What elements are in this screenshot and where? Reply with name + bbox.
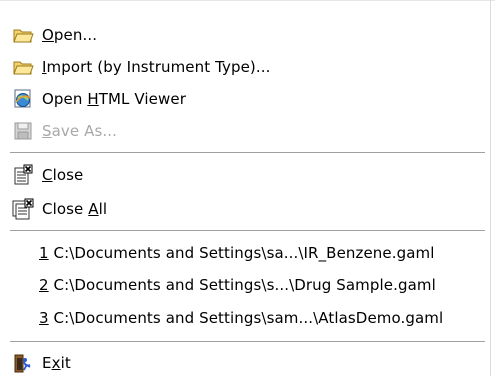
menu-item-exit-label: Exit [42,354,71,372]
menu-item-exit[interactable]: Exit [0,346,490,380]
menu-item-open-html-viewer-label: Open HTML Viewer [42,90,186,108]
menu-item-import[interactable]: Import (by Instrument Type)... [0,50,490,84]
menu-item-save-as-label: Save As... [42,122,117,140]
file-menu: Open... Import (by Instrument Type)... O… [0,0,495,376]
folder-open-icon [12,24,34,46]
exit-door-icon [12,352,34,374]
menu-separator [10,341,485,342]
close-document-icon [12,164,34,186]
recent-file-label: 2 C:\Documents and Settings\s...\Drug Sa… [39,276,436,294]
browser-globe-icon [12,88,34,110]
floppy-disk-icon [12,120,34,142]
menu-item-open[interactable]: Open... [0,18,490,52]
recent-file-item[interactable]: 1 C:\Documents and Settings\sa...\IR_Ben… [0,236,490,270]
menu-separator [10,230,485,231]
menu-separator [10,152,485,153]
menu-item-import-label: Import (by Instrument Type)... [42,58,271,76]
recent-file-label: 1 C:\Documents and Settings\sa...\IR_Ben… [39,244,435,262]
menu-item-save-as: Save As... [0,114,490,148]
recent-file-label: 3 C:\Documents and Settings\sam...\Atlas… [39,309,444,327]
menu-item-open-label: Open... [42,26,98,44]
menu-item-open-html-viewer[interactable]: Open HTML Viewer [0,82,490,116]
menu-right-edge [490,0,491,376]
folder-open-icon [12,56,34,78]
recent-file-item[interactable]: 2 C:\Documents and Settings\s...\Drug Sa… [0,268,490,302]
menu-item-close-label: Close [42,166,84,184]
menu-item-close-all[interactable]: Close All [0,192,490,226]
menu-item-close[interactable]: Close [0,158,490,192]
close-all-documents-icon [12,198,34,220]
menu-top-edge [0,0,495,1]
recent-file-item[interactable]: 3 C:\Documents and Settings\sam...\Atlas… [0,301,490,335]
menu-item-close-all-label: Close All [42,200,108,218]
